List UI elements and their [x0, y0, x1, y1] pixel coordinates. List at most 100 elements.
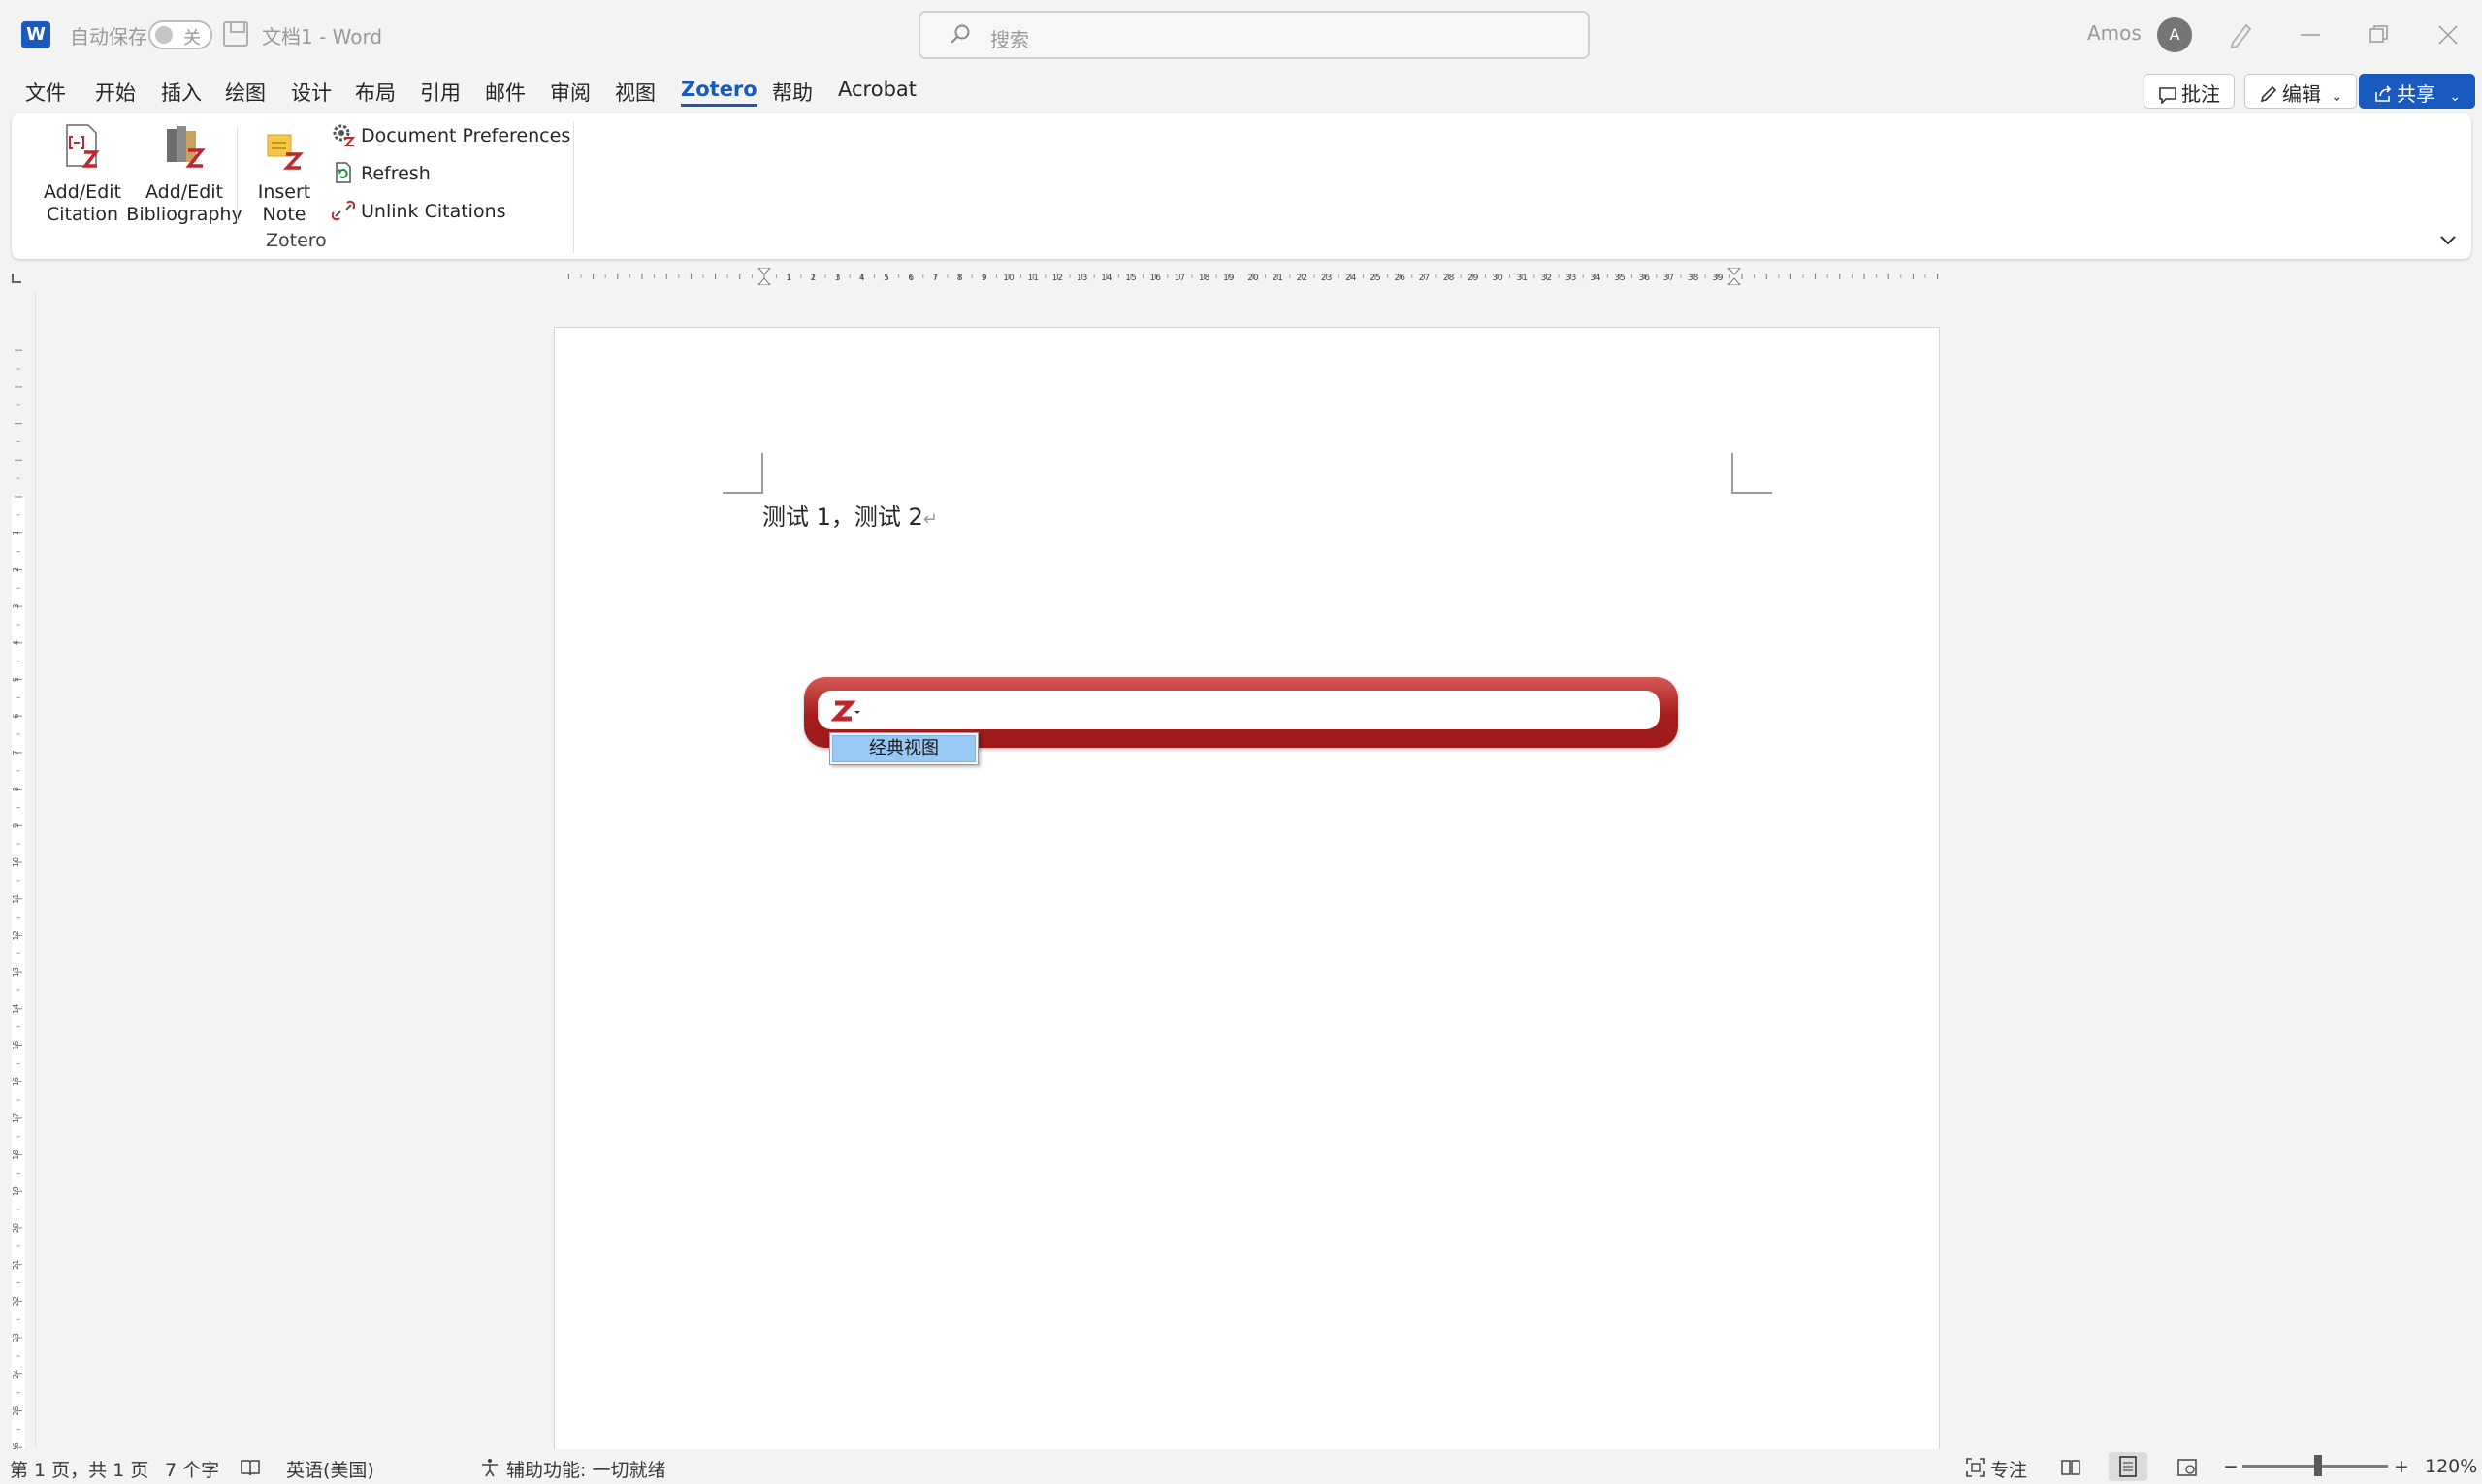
minimize-icon [2301, 34, 2320, 36]
word-count[interactable]: 7 个字 [165, 1456, 219, 1482]
ruler-number: 15 [1125, 274, 1136, 283]
zoom-level[interactable]: 120% [2425, 1456, 2477, 1477]
web-layout-icon[interactable] [2176, 1457, 2198, 1478]
ruler-number: 25 [1370, 274, 1380, 283]
vertical-ruler-number: 11 [12, 894, 20, 904]
status-bar: 第 1 页，共 1 页 7 个字 英语(美国) 辅助功能: 一切就绪 专注 − … [0, 1449, 2482, 1484]
ruler-number: 36 [1638, 274, 1650, 283]
vertical-ruler-number: 8 [12, 787, 20, 791]
horizontal-ruler[interactable]: 1 2 3 4 5 6 7 8 9 10 11 12 13 14 15 16 17 18 19 20 21 22 23 24 2… [553, 268, 1940, 285]
tab-references[interactable]: 引用 [420, 78, 461, 107]
ruler-number: 6 [908, 274, 914, 283]
vertical-ruler[interactable]: 1234567891011121314151617181920212223242… [6, 335, 31, 1450]
search-placeholder: 搜索 [990, 28, 1029, 51]
menu-item-classic-view[interactable]: 经典视图 [832, 735, 976, 762]
tab-acrobat[interactable]: Acrobat [838, 78, 917, 101]
editing-label: 编辑 [2282, 82, 2321, 106]
restore-icon [2369, 25, 2388, 43]
close-button[interactable] [2427, 14, 2469, 56]
zotero-citation-input[interactable] [818, 691, 1660, 729]
note-icon [267, 134, 305, 170]
ruler-number: 11 [1027, 274, 1038, 283]
chevron-down-icon: ⌄ [2331, 89, 2343, 105]
ruler-number: 37 [1663, 274, 1674, 283]
ribbon-divider [237, 127, 238, 224]
save-icon[interactable] [223, 21, 248, 47]
ruler-left-margin [553, 270, 764, 283]
document-preferences-button[interactable]: Document Preferences [332, 123, 570, 150]
share-button[interactable]: 共享 ⌄ [2359, 74, 2476, 109]
vertical-ruler-number: 6 [12, 714, 20, 719]
ruler-number: 14 [1101, 274, 1112, 283]
paragraph-mark: ↵ [922, 509, 938, 530]
restore-button[interactable] [2358, 14, 2401, 56]
tab-home[interactable]: 开始 [95, 78, 136, 107]
accessibility-status[interactable]: 辅助功能: 一切就绪 [506, 1456, 665, 1482]
zotero-dropdown-menu: 经典视图 [829, 732, 979, 765]
accessibility-icon[interactable] [479, 1457, 500, 1478]
ruler-number: 20 [1247, 274, 1259, 283]
ruler-number: 30 [1492, 274, 1503, 283]
focus-icon[interactable] [1965, 1457, 1986, 1478]
ruler-number: 8 [957, 274, 963, 283]
vertical-ruler-number: 10 [12, 857, 20, 867]
vertical-ruler-number: 25 [12, 1405, 20, 1415]
vertical-ruler-number: 12 [12, 930, 20, 940]
tab-draw[interactable]: 绘图 [225, 78, 266, 107]
tab-view[interactable]: 视图 [615, 78, 656, 107]
page-count[interactable]: 第 1 页，共 1 页 [10, 1456, 148, 1482]
add-edit-bibliography-button[interactable]: Add/Edit Bibliography [116, 123, 252, 226]
toggle-knob [155, 26, 173, 44]
ruler-number: 19 [1223, 274, 1235, 283]
tab-insert[interactable]: 插入 [161, 78, 202, 107]
document-preferences-label: Document Preferences [361, 125, 571, 146]
tab-help[interactable]: 帮助 [772, 78, 813, 107]
tab-design[interactable]: 设计 [291, 78, 332, 107]
tab-layout[interactable]: 布局 [355, 78, 396, 107]
editing-button[interactable]: 编辑 ⌄ [2244, 74, 2358, 109]
print-layout-view[interactable] [2109, 1452, 2147, 1481]
insert-note-button[interactable]: Insert Note [250, 129, 318, 226]
share-chevron-icon: ⌄ [2449, 89, 2462, 105]
zotero-logo-icon[interactable] [831, 698, 860, 726]
autosave-toggle[interactable]: 关 [148, 20, 212, 49]
user-name[interactable]: Amos [2087, 21, 2142, 45]
ribbon-panel: Add/Edit Citation Add/Edit Bibliography … [12, 113, 2471, 259]
zoom-out-button[interactable]: − [2223, 1456, 2239, 1477]
print-layout-icon [2119, 1456, 2137, 1477]
vertical-ruler-number: 18 [12, 1150, 20, 1160]
focus-label[interactable]: 专注 [1990, 1456, 2027, 1482]
ruler-number: 29 [1467, 274, 1479, 283]
avatar[interactable]: A [2157, 17, 2192, 52]
autosave-state: 关 [183, 28, 201, 48]
comments-label: 批注 [2181, 82, 2220, 106]
proofing-book-icon[interactable] [240, 1457, 261, 1478]
document-body-text[interactable]: 测试 1，测试 2↵ [762, 498, 938, 532]
minimize-button[interactable] [2289, 14, 2332, 56]
read-mode-icon[interactable] [2060, 1457, 2081, 1478]
language-indicator[interactable]: 英语(美国) [286, 1456, 374, 1482]
zoom-in-button[interactable]: + [2394, 1456, 2409, 1477]
unlink-citations-button[interactable]: Unlink Citations [332, 199, 506, 226]
title-bar: W 自动保存 关 文档1 - Word 搜索 Amos A [0, 0, 2482, 70]
pen-icon[interactable] [2225, 19, 2256, 50]
tab-selector-icon[interactable] [12, 274, 21, 283]
ruler-number: 2 [811, 274, 817, 283]
ruler-number: 28 [1443, 274, 1455, 283]
comments-button[interactable]: 批注 [2144, 74, 2235, 109]
tab-review[interactable]: 审阅 [550, 78, 591, 107]
vertical-ruler-number: 16 [12, 1077, 20, 1086]
search-input[interactable]: 搜索 [919, 11, 1590, 59]
collapse-ribbon-icon[interactable] [2438, 234, 2458, 247]
document-page[interactable] [554, 327, 1940, 1452]
refresh-button[interactable]: Refresh [332, 161, 431, 188]
tab-file[interactable]: 文件 [25, 78, 66, 107]
tab-zotero[interactable]: Zotero [681, 78, 757, 107]
tab-mailings[interactable]: 邮件 [485, 78, 526, 107]
vertical-ruler-number: 22 [12, 1296, 20, 1306]
vertical-ruler-number: 5 [12, 677, 20, 682]
ruler-number: 32 [1541, 274, 1552, 283]
zoom-slider-thumb[interactable] [2314, 1455, 2322, 1476]
vertical-ruler-number: 17 [12, 1113, 20, 1123]
ruler-number: 39 [1712, 274, 1724, 283]
